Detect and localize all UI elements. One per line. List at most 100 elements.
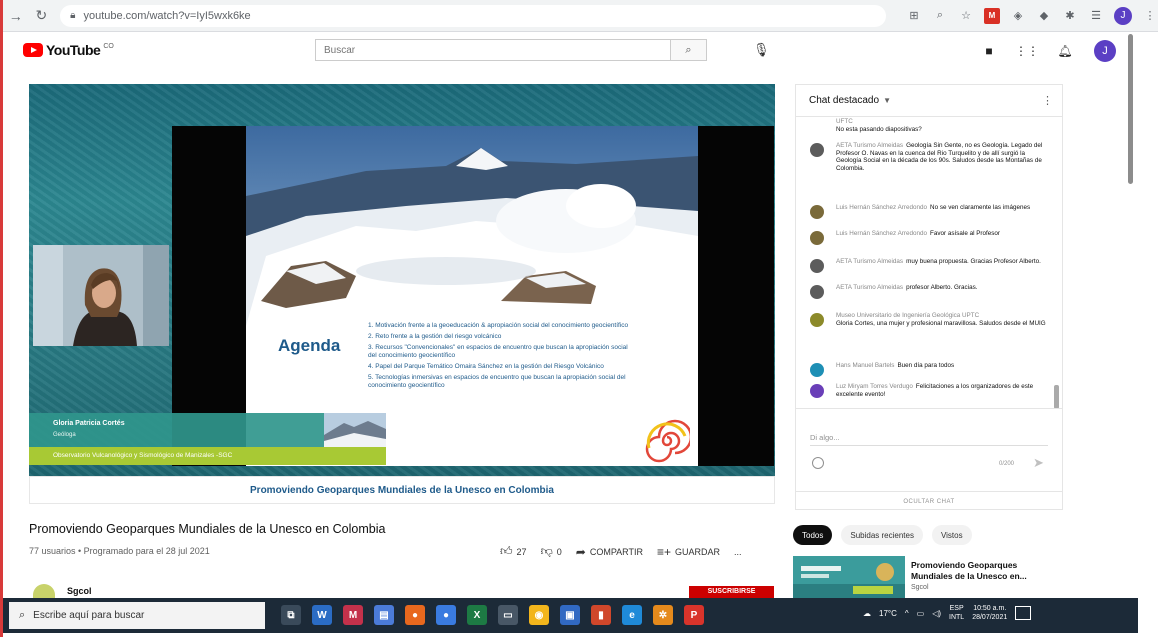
apps-grid-icon[interactable]: ⋮⋮ bbox=[1015, 42, 1039, 60]
video-player[interactable]: Agenda 1. Motivación frente a la geoeduc… bbox=[29, 84, 775, 476]
temperature[interactable]: 17°C bbox=[879, 609, 897, 618]
task-view-icon[interactable]: ⧉ bbox=[281, 605, 301, 625]
chevron-down-icon[interactable]: ▼ bbox=[883, 96, 891, 105]
search-icon: ⌕ bbox=[685, 43, 692, 56]
keyboard-layout: INTL bbox=[949, 614, 965, 621]
channel-name[interactable]: Sgcol bbox=[67, 586, 92, 596]
live-chat: Chat destacado ▼ ⋮ UFTC No esta pasando d… bbox=[795, 84, 1063, 510]
logo-country: CO bbox=[103, 42, 114, 50]
extension-icon-2[interactable]: ◆ bbox=[1036, 8, 1052, 24]
system-tray: ☁ 17°C ^ ▭ ◁) ESP INTL 10:50 a.m. 28/07/… bbox=[863, 604, 1032, 622]
language-indicator[interactable]: ESP INTL bbox=[949, 604, 964, 622]
reload-icon[interactable]: ↻ bbox=[29, 3, 55, 29]
message-body: Luis Hernán Sánchez Arredondo Favor asísa… bbox=[836, 230, 1050, 245]
volume-icon[interactable]: ◁) bbox=[932, 609, 941, 618]
app-window-icon[interactable]: ▣ bbox=[560, 605, 580, 625]
chat-more-icon[interactable]: ⋮ bbox=[1042, 94, 1053, 107]
share-button[interactable]: ➦ COMPARTIR bbox=[576, 545, 643, 559]
create-video-icon[interactable]: ■ bbox=[980, 42, 998, 60]
network-icon[interactable]: ▭ bbox=[917, 609, 925, 618]
recommended-title[interactable]: Promoviendo Geoparques Mundiales de la U… bbox=[911, 560, 1061, 582]
scrollbar-thumb[interactable] bbox=[1128, 34, 1133, 184]
thumbs-up-icon: 👍︎ bbox=[500, 544, 513, 558]
star-icon[interactable]: ☆ bbox=[958, 8, 974, 24]
more-actions-button[interactable]: ... bbox=[734, 547, 742, 557]
app-icon[interactable]: ▤ bbox=[374, 605, 394, 625]
window-edge bbox=[0, 0, 3, 637]
emoji-icon[interactable] bbox=[812, 457, 824, 469]
message-author: UFTC bbox=[836, 118, 853, 125]
message-avatar bbox=[810, 119, 824, 133]
logo-text: YouTube bbox=[46, 42, 101, 58]
chat-message: Luis Hernán Sánchez Arredondo Favor asísa… bbox=[810, 230, 1050, 245]
word-icon[interactable]: W bbox=[312, 605, 332, 625]
app-blue-icon[interactable]: ● bbox=[436, 605, 456, 625]
like-button[interactable]: 👍︎ 27 bbox=[500, 544, 527, 559]
office-icon[interactable]: ▮ bbox=[591, 605, 611, 625]
chip-watched[interactable]: Vistos bbox=[931, 525, 972, 545]
chat-mode-selector[interactable]: Chat destacado bbox=[809, 95, 879, 106]
gmail-extension-icon[interactable]: M bbox=[984, 7, 1001, 24]
message-body: Luis Hernán Sánchez Arredondo No se ven c… bbox=[836, 204, 1050, 219]
playlist-add-icon: ≡+ bbox=[657, 544, 672, 559]
app-m-icon[interactable]: M bbox=[343, 605, 363, 625]
weather-icon[interactable]: ☁ bbox=[863, 609, 871, 618]
more-label: ... bbox=[734, 546, 742, 557]
microphone-icon[interactable]: 🎙︎ bbox=[753, 42, 770, 58]
chip-all[interactable]: Todos bbox=[793, 525, 833, 545]
file-explorer-icon[interactable]: ▭ bbox=[498, 605, 518, 625]
dislike-button[interactable]: 👎︎ 0 bbox=[541, 544, 562, 559]
message-text: profesor Alberto. Gracias. bbox=[906, 284, 978, 291]
clock[interactable]: 10:50 a.m. 28/07/2021 bbox=[972, 604, 1007, 622]
chat-input[interactable]: Di algo... bbox=[810, 433, 840, 442]
extension-icon[interactable]: ◈ bbox=[1010, 8, 1026, 24]
menu-dots-icon[interactable]: ⋮ bbox=[1142, 8, 1158, 24]
notifications-bell-icon[interactable]: 🔔︎ bbox=[1056, 42, 1074, 60]
clock-date: 28/07/2021 bbox=[972, 614, 1008, 621]
message-text: No esta pasando diapositivas? bbox=[836, 125, 922, 133]
forward-icon[interactable]: → bbox=[3, 3, 29, 29]
profile-avatar[interactable]: J bbox=[1114, 6, 1133, 25]
subscribe-button[interactable]: SUSCRIBIRSE bbox=[689, 586, 774, 598]
app-orange-icon[interactable]: ✲ bbox=[653, 605, 673, 625]
presenter-role: Geóloga bbox=[53, 432, 76, 438]
recommended-thumbnail[interactable] bbox=[793, 556, 905, 598]
taskbar-search[interactable]: ⌕ Escribe aquí para buscar bbox=[9, 602, 265, 629]
message-body: Luz Miryam Torres Verdugo Felicitaciones … bbox=[836, 383, 1050, 398]
chip-recent-uploads[interactable]: Subidas recientes bbox=[841, 525, 923, 545]
taskbar-apps: ⧉ W M ▤ ● ● X ▭ ◉ ▣ ▮ e ✲ P bbox=[281, 605, 704, 625]
page-scrollbar[interactable] bbox=[1125, 32, 1137, 598]
agenda-item: 4. Papel del Parque Temático Omaira Sánc… bbox=[368, 363, 604, 370]
video-meta: 77 usuarios • Programado para el 28 jul … bbox=[29, 546, 210, 556]
message-author: AETA Turismo Almeidas bbox=[836, 258, 904, 265]
zoom-icon[interactable]: ⌕ bbox=[932, 8, 948, 24]
chrome-icon[interactable]: ◉ bbox=[529, 605, 549, 625]
powerpoint-icon[interactable]: P bbox=[684, 605, 704, 625]
slide-title: Agenda bbox=[278, 336, 341, 355]
hide-chat-button[interactable]: OCULTAR CHAT bbox=[796, 491, 1062, 511]
excel-icon[interactable]: X bbox=[467, 605, 487, 625]
firefox-icon[interactable]: ● bbox=[405, 605, 425, 625]
channel-avatar[interactable] bbox=[33, 584, 55, 598]
chat-messages[interactable]: UFTC No esta pasando diapositivas? AETA T… bbox=[796, 118, 1062, 408]
agenda-item: 1. Motivación frente a la geoeducación &… bbox=[368, 322, 629, 329]
reading-list-icon[interactable]: ☰ bbox=[1088, 8, 1104, 24]
search-input[interactable] bbox=[316, 40, 670, 60]
search-button[interactable]: ⌕ bbox=[670, 40, 706, 60]
chat-message: UFTC No esta pasando diapositivas? bbox=[810, 118, 1050, 133]
tray-chevron-icon[interactable]: ^ bbox=[905, 609, 909, 618]
address-bar[interactable]: 🔒︎ youtube.com/watch?v=IyI5wxk6ke bbox=[60, 4, 887, 27]
char-counter: 0/200 bbox=[999, 461, 1015, 467]
save-button[interactable]: ≡+ GUARDAR bbox=[657, 545, 720, 559]
account-avatar[interactable]: J bbox=[1094, 40, 1116, 62]
send-icon[interactable]: ➤ bbox=[1033, 455, 1044, 471]
notification-center-icon[interactable] bbox=[1015, 606, 1032, 620]
puzzle-icon[interactable]: ✱ bbox=[1062, 8, 1078, 24]
edge-icon[interactable]: e bbox=[622, 605, 642, 625]
youtube-header: YouTube CO ⌕ 🎙︎ ■ ⋮⋮ 🔔︎ J bbox=[3, 32, 1125, 68]
chat-scrollbar-thumb[interactable] bbox=[1054, 385, 1059, 409]
message-text: Buen día para todos bbox=[897, 362, 955, 369]
video-actions: 👍︎ 27 👎︎ 0 ➦ COMPARTIR ≡+ GUARDAR ... bbox=[500, 544, 742, 559]
install-icon[interactable]: ⊞ bbox=[906, 8, 922, 24]
youtube-logo[interactable]: YouTube CO bbox=[23, 42, 114, 58]
